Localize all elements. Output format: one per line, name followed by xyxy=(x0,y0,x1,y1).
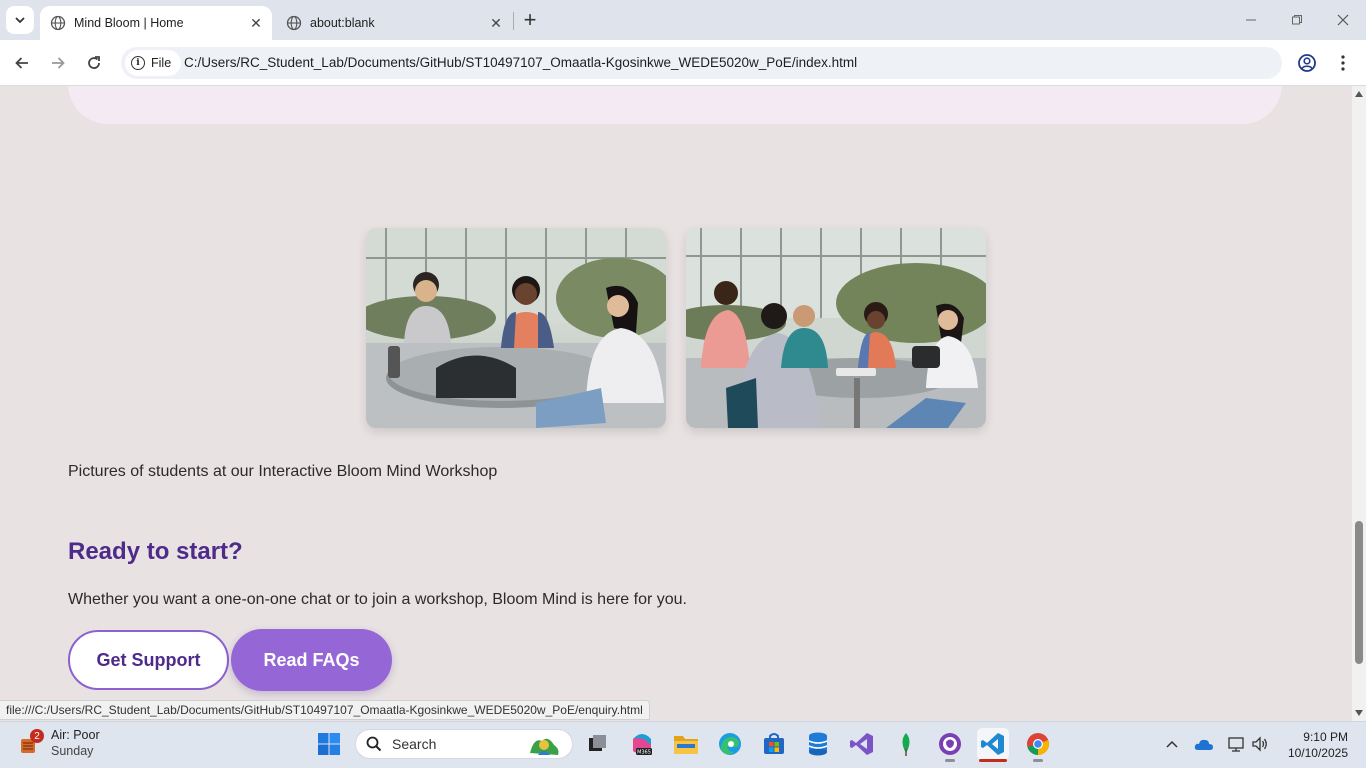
restore-button[interactable] xyxy=(1274,4,1320,36)
mongodb-compass-app[interactable] xyxy=(890,728,922,760)
search-highlight-icon xyxy=(530,738,559,755)
task-view-button[interactable] xyxy=(581,728,613,760)
scheme-label: File xyxy=(151,56,172,70)
tab-title: about:blank xyxy=(310,16,375,30)
folder-icon xyxy=(674,736,698,754)
arrow-right-icon xyxy=(52,57,65,69)
read-faqs-button[interactable]: Read FAQs xyxy=(231,629,392,691)
weather-line1: Air: Poor xyxy=(51,728,100,742)
file-explorer-app[interactable] xyxy=(670,728,702,760)
tab-search-button[interactable] xyxy=(6,6,34,34)
chevron-up-icon xyxy=(1166,740,1178,748)
profile-button[interactable] xyxy=(1294,50,1320,76)
clock-time: 9:10 PM xyxy=(1303,730,1348,744)
students-workshop-photo-1 xyxy=(366,228,666,428)
photos-caption: Pictures of students at our Interactive … xyxy=(68,463,498,480)
visual-studio-app[interactable] xyxy=(846,728,878,760)
vs-code-icon xyxy=(981,733,1004,755)
scroll-down-icon[interactable] xyxy=(1355,710,1363,716)
svg-text:M365: M365 xyxy=(637,750,651,756)
mongodb-leaf-icon xyxy=(902,733,910,756)
students-workshop-photo-2 xyxy=(686,228,986,428)
close-icon xyxy=(1337,14,1349,26)
globe-icon xyxy=(50,15,66,31)
minimize-icon xyxy=(1246,19,1256,21)
github-icon xyxy=(939,733,961,755)
windows-logo-icon xyxy=(318,733,340,755)
air-quality-icon: 2 xyxy=(18,729,44,755)
menu-button[interactable] xyxy=(1330,50,1356,76)
github-desktop-app[interactable] xyxy=(934,728,966,762)
tab-title: Mind Bloom | Home xyxy=(74,16,184,30)
running-indicator xyxy=(1033,759,1043,762)
address-url[interactable]: C:/Users/RC_Student_Lab/Documents/GitHub… xyxy=(184,55,857,70)
running-indicator xyxy=(979,759,1007,762)
kebab-menu-icon xyxy=(1341,55,1345,71)
globe-icon xyxy=(286,15,302,31)
microsoft-store-app[interactable] xyxy=(758,728,790,760)
tab-mind-bloom-home[interactable]: Mind Bloom | Home ✕ xyxy=(40,6,272,40)
close-window-button[interactable] xyxy=(1320,4,1366,36)
database-icon xyxy=(808,732,828,756)
restore-icon xyxy=(1292,15,1302,25)
get-support-button[interactable]: Get Support xyxy=(68,630,229,690)
profile-icon xyxy=(1298,54,1316,72)
network-icon xyxy=(1228,737,1244,752)
arrow-left-icon xyxy=(15,57,28,69)
speaker-icon xyxy=(1252,736,1267,752)
onedrive-tray[interactable] xyxy=(1193,734,1215,754)
close-tab-icon[interactable]: ✕ xyxy=(246,13,266,33)
store-icon xyxy=(764,733,784,754)
new-tab-button[interactable]: + xyxy=(518,7,542,32)
weather-line2: Sunday xyxy=(51,744,94,758)
cta-description: Whether you want a one-on-one chat or to… xyxy=(68,591,687,608)
scrollbar-thumb[interactable] xyxy=(1355,521,1363,664)
volume-tray[interactable] xyxy=(1249,734,1271,754)
tab-divider xyxy=(513,12,514,30)
start-button[interactable] xyxy=(313,728,345,760)
azure-data-studio-app[interactable] xyxy=(802,728,834,760)
minimize-button[interactable] xyxy=(1228,4,1274,36)
search-placeholder: Search xyxy=(392,736,437,752)
tab-about-blank[interactable]: about:blank ✕ xyxy=(276,6,512,40)
task-view-icon xyxy=(589,735,606,751)
link-status-bubble: file:///C:/Users/RC_Student_Lab/Document… xyxy=(0,700,650,720)
tab-strip: Mind Bloom | Home ✕ about:blank ✕ + xyxy=(0,0,1366,40)
notification-badge: 2 xyxy=(30,729,44,743)
clock-date: 10/10/2025 xyxy=(1287,746,1348,760)
cta-heading: Ready to start? xyxy=(68,538,243,565)
page-viewport: Pictures of students at our Interactive … xyxy=(0,86,1352,721)
network-tray[interactable] xyxy=(1225,734,1247,754)
m365-icon: M365 xyxy=(633,734,652,756)
edge-app[interactable] xyxy=(714,728,746,760)
reload-button[interactable] xyxy=(81,50,107,76)
edge-icon xyxy=(719,733,741,755)
chrome-app[interactable] xyxy=(1022,728,1054,762)
chevron-down-icon xyxy=(15,17,25,24)
vs-code-app[interactable] xyxy=(977,728,1009,762)
chrome-icon xyxy=(1027,733,1049,755)
running-indicator xyxy=(945,759,955,762)
cloud-icon xyxy=(1194,739,1213,750)
forward-button[interactable] xyxy=(45,50,71,76)
content-card-bottom xyxy=(68,86,1282,124)
show-hidden-icons-button[interactable] xyxy=(1161,734,1183,754)
page-scrollbar[interactable] xyxy=(1352,86,1366,721)
search-icon xyxy=(366,736,382,752)
system-clock[interactable]: 9:10 PM 10/10/2025 xyxy=(1282,729,1348,761)
info-icon: i xyxy=(131,56,145,70)
visual-studio-icon xyxy=(850,733,873,755)
taskbar-search[interactable]: Search xyxy=(355,729,573,759)
weather-widget[interactable]: 2 Air: Poor Sunday xyxy=(18,727,100,759)
back-button[interactable] xyxy=(9,50,35,76)
close-tab-icon[interactable]: ✕ xyxy=(486,13,506,33)
site-info-chip[interactable]: i File xyxy=(125,50,182,76)
scroll-up-icon[interactable] xyxy=(1355,91,1363,97)
reload-icon xyxy=(88,56,100,69)
m365-copilot-app[interactable]: M365 xyxy=(626,728,658,760)
